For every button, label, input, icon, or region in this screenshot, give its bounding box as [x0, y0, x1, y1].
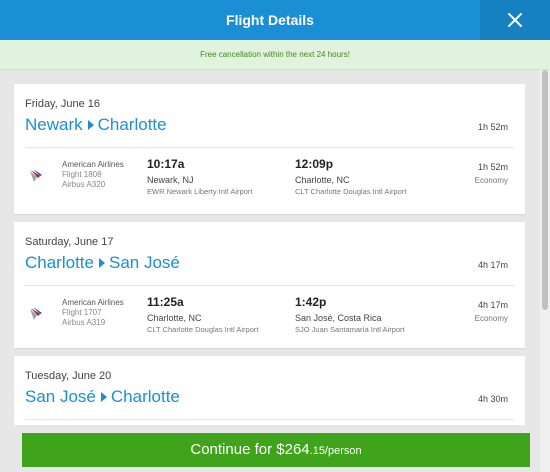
header-bar: Flight Details: [0, 0, 550, 40]
continue-price-cents: .15/person: [309, 445, 362, 457]
route-arrow-icon: [87, 120, 94, 131]
airline-info: American Airlines Flight 1808 Airbus A32…: [62, 160, 124, 190]
aircraft-type: Airbus A320: [62, 180, 106, 189]
leg-route: Charlotte San José: [25, 252, 180, 274]
route-origin: San José: [25, 387, 96, 406]
route-origin: Charlotte: [25, 253, 94, 272]
departure-time: 10:17a: [147, 157, 185, 171]
arrival-city: Charlotte, NC: [295, 175, 350, 185]
route-arrow-icon: [100, 392, 107, 403]
arrival-airport: SJO Juan Santamaría Intl Airport: [295, 325, 405, 334]
route-origin: Newark: [25, 115, 83, 134]
segment-duration: 1h 52m: [477, 162, 508, 172]
departure-airport: EWR Newark Liberty Intl Airport: [147, 187, 253, 196]
leg-total-duration: 4h 17m: [477, 260, 508, 270]
arrival-time: 12:09p: [295, 157, 334, 171]
flight-segment: American Airlines Flight 1808 Airbus A32…: [14, 148, 525, 208]
leg-date: Saturday, June 17: [25, 236, 114, 248]
arrival-airport: CLT Charlotte Douglas Intl Airport: [295, 187, 407, 196]
scrollbar[interactable]: [540, 70, 550, 472]
flight-number: Flight 1808: [62, 170, 102, 179]
flight-segment: American Airlines Flight 1707 Airbus A31…: [14, 286, 525, 346]
leg-card: Saturday, June 17 Charlotte San José 4h 1…: [14, 222, 525, 348]
footer-bar: Continue for $264.15/person: [0, 425, 540, 472]
american-airlines-logo-icon: [30, 169, 42, 182]
departure-info: 10:17a Newark, NJ EWR Newark Liberty Int…: [147, 156, 252, 197]
divider: [25, 419, 514, 420]
leg-card: Tuesday, June 20 San José Charlotte 4h 30…: [14, 356, 525, 436]
departure-city: Newark, NJ: [147, 175, 194, 185]
leg-card: Friday, June 16 Newark Charlotte 1h 52m A…: [14, 84, 525, 214]
aircraft-type: Airbus A319: [62, 318, 106, 327]
close-icon: [508, 13, 522, 27]
arrival-info: 12:09p Charlotte, NC CLT Charlotte Dougl…: [295, 156, 406, 197]
continue-price-label: Continue for $264: [190, 441, 310, 458]
departure-airport: CLT Charlotte Douglas Intl Airport: [147, 325, 259, 334]
airline-name: American Airlines: [62, 298, 124, 307]
flight-number: Flight 1707: [62, 308, 102, 317]
airline-info: American Airlines Flight 1707 Airbus A31…: [62, 298, 124, 328]
arrival-info: 1:42p San José, Costa Rica SJO Juan Sant…: [295, 294, 405, 335]
cabin-class: Economy: [474, 176, 508, 185]
airline-name: American Airlines: [62, 160, 124, 169]
american-airlines-logo-icon: [30, 307, 42, 320]
page-title: Flight Details: [226, 12, 314, 28]
departure-time: 11:25a: [147, 295, 184, 309]
route-destination: Charlotte: [97, 115, 167, 134]
scrollbar-thumb[interactable]: [542, 70, 548, 310]
segment-duration-info: 4h 17m Economy: [475, 298, 508, 326]
segment-duration-info: 1h 52m Economy: [475, 160, 508, 188]
leg-total-duration: 1h 52m: [477, 122, 508, 132]
departure-city: Charlotte, NC: [147, 313, 202, 323]
departure-info: 11:25a Charlotte, NC CLT Charlotte Dougl…: [147, 294, 258, 335]
free-cancellation-banner: Free cancellation within the next 24 hou…: [0, 40, 550, 70]
arrival-city: San José, Costa Rica: [295, 313, 382, 323]
route-destination: Charlotte: [110, 387, 180, 406]
leg-date: Friday, June 16: [25, 98, 101, 110]
leg-route: San José Charlotte: [25, 386, 180, 408]
close-button[interactable]: [480, 0, 550, 40]
arrival-time: 1:42p: [295, 295, 327, 309]
leg-total-duration: 4h 30m: [477, 394, 508, 404]
leg-route: Newark Charlotte: [25, 114, 167, 136]
segment-duration: 4h 17m: [477, 300, 508, 310]
route-arrow-icon: [98, 258, 105, 269]
route-destination: San José: [108, 253, 180, 272]
leg-date: Tuesday, June 20: [25, 370, 112, 382]
continue-button[interactable]: Continue for $264.15/person: [22, 433, 530, 467]
cabin-class: Economy: [474, 314, 508, 323]
